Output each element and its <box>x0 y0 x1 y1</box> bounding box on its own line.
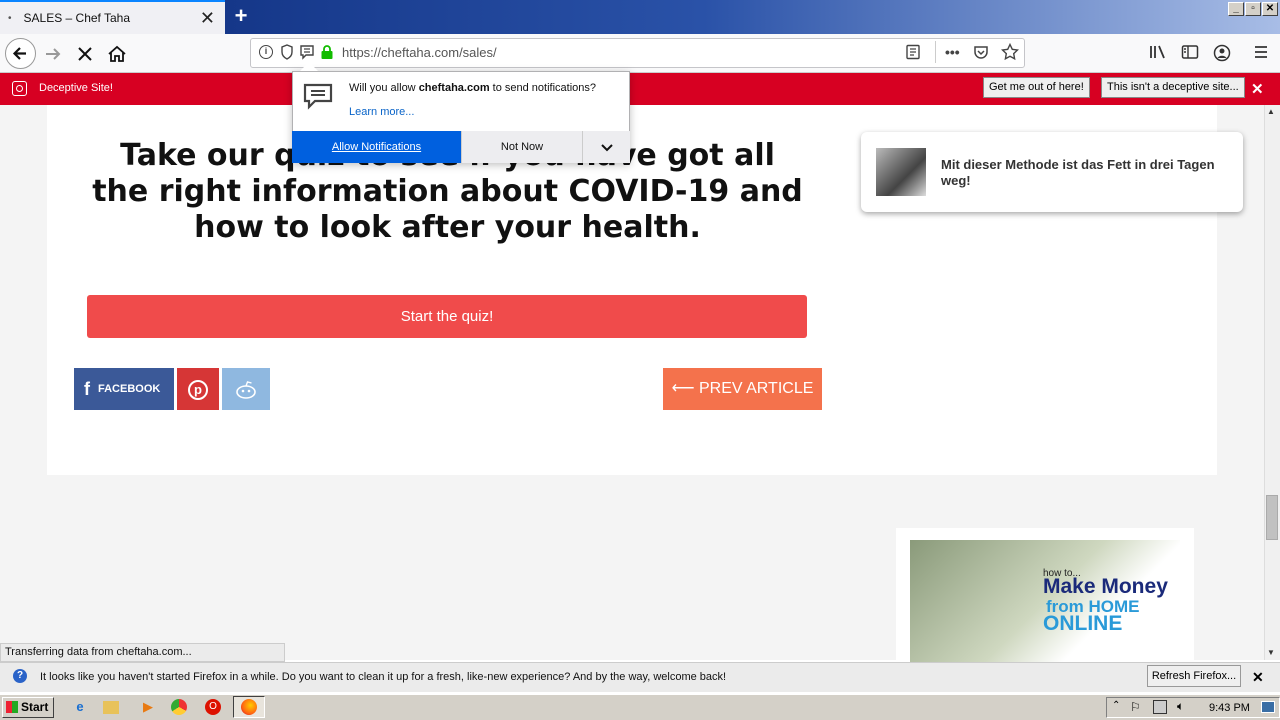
pocket-icon[interactable] <box>973 44 989 63</box>
new-tab-button[interactable]: + <box>229 3 253 29</box>
library-icon[interactable] <box>1149 44 1167 63</box>
reddit-share-button[interactable] <box>222 368 270 410</box>
start-button[interactable]: Start <box>2 697 54 718</box>
scroll-down-icon[interactable]: ▼ <box>1267 648 1275 657</box>
ad-line-2: Make Money <box>1043 575 1168 598</box>
popup-message-suffix: to send notifications? <box>489 82 597 94</box>
tab-sales[interactable]: • SALES – Chef Taha ✕ <box>0 0 225 34</box>
ad-line-4: ONLINE <box>1043 612 1123 635</box>
pinterest-icon: p <box>188 379 208 400</box>
forward-icon[interactable] <box>38 40 68 68</box>
tray-expand-icon[interactable]: ⌃ <box>1112 700 1120 711</box>
maximize-button[interactable]: ▫ <box>1245 2 1261 16</box>
secure-lock-icon <box>320 44 334 63</box>
prev-article-button[interactable]: ⟵ PREV ARTICLE <box>663 368 822 410</box>
question-icon: ? <box>13 669 27 683</box>
start-label: Start <box>21 700 49 714</box>
promo-text[interactable]: Mit dieser Methode ist das Fett in drei … <box>941 157 1221 189</box>
action-center-flag-icon[interactable]: ⚐ <box>1130 700 1141 714</box>
site-info-icon[interactable]: i <box>259 45 273 59</box>
refresh-notification-text: It looks like you haven't started Firefo… <box>40 671 727 683</box>
popup-message-domain: cheftaha.com <box>418 82 490 94</box>
deceptive-bar-close-icon[interactable]: ✕ <box>1251 80 1264 98</box>
popup-message: Will you allow cheftaha.com to send noti… <box>349 82 619 94</box>
minimize-button[interactable]: _ <box>1228 2 1244 16</box>
firefox-taskbar-button[interactable] <box>233 696 265 718</box>
reddit-icon <box>236 381 256 400</box>
tab-title: SALES – Chef Taha <box>23 11 131 25</box>
deceptive-site-label: Deceptive Site! <box>39 82 113 94</box>
allow-notifications-button[interactable]: Allow Notifications <box>292 131 461 163</box>
volume-icon[interactable]: 🔈︎ <box>1177 699 1184 714</box>
home-icon[interactable] <box>102 40 132 68</box>
tracking-shield-icon[interactable] <box>280 44 294 63</box>
facebook-label: FACEBOOK <box>98 383 161 395</box>
sidebar-icon[interactable] <box>1181 44 1199 63</box>
page-actions-icon[interactable]: ••• <box>945 44 960 60</box>
clock: 9:43 PM <box>1209 702 1250 714</box>
ie-icon[interactable]: e <box>70 698 90 716</box>
windows-logo-icon <box>6 701 18 713</box>
reader-view-icon[interactable] <box>905 44 921 63</box>
media-player-icon[interactable]: ▶ <box>138 698 158 716</box>
chrome-icon[interactable] <box>171 699 187 715</box>
start-quiz-button[interactable]: Start the quiz! <box>87 295 807 338</box>
notification-close-icon[interactable]: ✕ <box>1252 669 1264 686</box>
back-arrow-icon <box>12 47 26 60</box>
popup-dropdown-button[interactable] <box>582 131 630 163</box>
folder-icon[interactable] <box>103 701 119 714</box>
firefox-icon <box>241 699 257 715</box>
scroll-up-icon[interactable]: ▲ <box>1267 107 1275 116</box>
tab-loading-indicator: • <box>8 12 12 24</box>
show-desktop-icon[interactable] <box>1261 701 1275 713</box>
not-now-button[interactable]: Not Now <box>461 131 582 163</box>
page-scrollbar[interactable] <box>1264 105 1280 660</box>
chevron-down-icon <box>600 144 613 152</box>
notification-bubble-icon <box>302 82 334 110</box>
close-window-button[interactable]: ✕ <box>1262 2 1278 16</box>
menu-hamburger-icon[interactable] <box>1253 44 1269 63</box>
popup-message-prefix: Will you allow <box>349 82 419 94</box>
notification-permission-icon[interactable] <box>299 44 315 63</box>
network-icon[interactable] <box>1153 700 1167 714</box>
promo-thumbnail <box>876 148 926 196</box>
not-deceptive-button[interactable]: This isn't a deceptive site... <box>1101 77 1245 98</box>
refresh-firefox-button[interactable]: Refresh Firefox... <box>1147 665 1241 687</box>
url-bar-divider <box>935 41 936 63</box>
pinterest-share-button[interactable]: p <box>177 368 219 410</box>
status-text: Transferring data from cheftaha.com... <box>0 643 285 662</box>
taskbar <box>0 694 1280 720</box>
facebook-share-button[interactable]: f FACEBOOK <box>74 368 174 410</box>
warning-icon <box>12 81 27 96</box>
tab-close-icon[interactable]: ✕ <box>200 9 215 27</box>
stop-loading-icon[interactable] <box>70 40 100 68</box>
facebook-icon: f <box>84 379 90 400</box>
learn-more-link[interactable]: Learn more... <box>349 106 414 118</box>
ad-image[interactable] <box>910 540 1180 663</box>
url-text[interactable]: https://cheftaha.com/sales/ <box>342 45 497 60</box>
opera-icon[interactable]: O <box>205 699 221 715</box>
bookmark-star-icon[interactable] <box>1000 42 1020 64</box>
popup-arrow <box>300 62 318 71</box>
scrollbar-thumb[interactable] <box>1266 495 1278 540</box>
get-me-out-button[interactable]: Get me out of here! <box>983 77 1090 98</box>
account-icon[interactable] <box>1213 44 1231 65</box>
back-button[interactable] <box>5 38 36 69</box>
